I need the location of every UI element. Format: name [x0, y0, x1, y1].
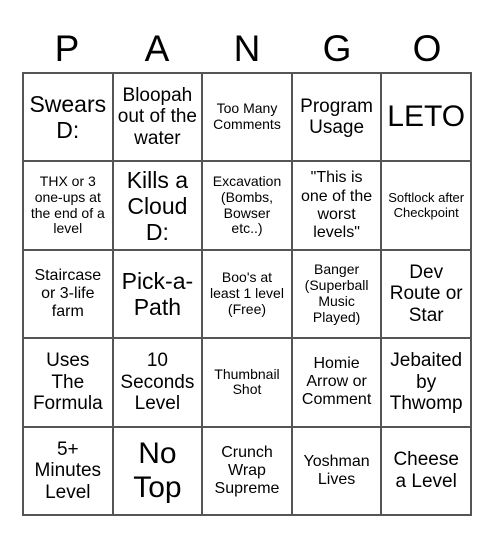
bingo-cell[interactable]: Kills a Cloud D:: [113, 162, 204, 251]
bingo-cell[interactable]: Thumbnail Shot: [203, 339, 293, 428]
bingo-cell-label: LETO: [387, 100, 466, 134]
bingo-header: P A N G O: [22, 24, 472, 72]
bingo-cell-label: Kills a Cloud D:: [126, 166, 189, 245]
bingo-cell[interactable]: Dev Route or Star: [382, 250, 472, 340]
bingo-cell[interactable]: Cheese a Level: [382, 427, 472, 516]
bingo-cell[interactable]: Boo's at least 1 level (Free): [203, 250, 293, 340]
bingo-cell[interactable]: Pick-a-Path: [113, 250, 204, 340]
bingo-cell-label: Excavation (Bombs, Bowser etc..): [212, 172, 282, 237]
bingo-cell-label: Swears D:: [29, 91, 107, 144]
bingo-cell[interactable]: Too Many Comments: [203, 74, 293, 163]
bingo-cell-label: Too Many Comments: [213, 100, 281, 133]
bingo-cell[interactable]: No Top: [113, 427, 204, 516]
bingo-cell-label: Banger (Superball Music Played): [304, 261, 369, 325]
bingo-cell-label: Staircase or 3-life farm: [34, 266, 102, 321]
bingo-cell[interactable]: LETO: [382, 74, 472, 163]
bingo-cell-label: Homie Arrow or Comment: [301, 355, 372, 409]
bingo-cell-label: THX or 3 one-ups at the end of a level: [30, 172, 105, 237]
bingo-cell[interactable]: Staircase or 3-life farm: [24, 250, 114, 340]
bingo-cell-label: No Top: [133, 436, 182, 504]
bingo-cell[interactable]: Crunch Wrap Supreme: [203, 427, 293, 516]
bingo-cell-label: Uses The Formula: [32, 350, 103, 415]
header-letter-n: N: [233, 27, 261, 69]
bingo-cell-label: Softlock after Checkpoint: [388, 189, 465, 220]
bingo-grid: Swears D: Bloopah out of the water Too M…: [22, 72, 472, 516]
bingo-cell[interactable]: 5+ Minutes Level: [24, 427, 114, 516]
bingo-cell[interactable]: Bloopah out of the water: [113, 74, 204, 163]
bingo-cell[interactable]: 10 Seconds Level: [113, 339, 204, 428]
bingo-cell-label: Crunch Wrap Supreme: [214, 443, 280, 497]
bingo-cell[interactable]: Uses The Formula: [24, 339, 114, 428]
bingo-cell-label: Yoshman Lives: [303, 452, 370, 488]
bingo-cell-label: 10 Seconds Level: [120, 350, 195, 415]
bingo-cell[interactable]: Yoshman Lives: [292, 427, 383, 516]
bingo-cell-label: Bloopah out of the water: [117, 84, 197, 149]
bingo-cell-label: Cheese a Level: [393, 449, 459, 492]
bingo-cell-label: Boo's at least 1 level (Free): [210, 269, 284, 317]
bingo-cell-label: Program Usage: [300, 95, 374, 139]
bingo-cell-label: Thumbnail Shot: [214, 365, 280, 398]
bingo-cell[interactable]: Program Usage: [292, 74, 383, 163]
header-letter-a: A: [144, 27, 170, 69]
bingo-cell-label: Jebaited by Thwomp: [389, 350, 463, 415]
bingo-cell[interactable]: Softlock after Checkpoint: [382, 162, 472, 251]
bingo-cell[interactable]: "This is one of the worst levels": [292, 162, 383, 251]
bingo-cell[interactable]: Excavation (Bombs, Bowser etc..): [203, 162, 293, 251]
header-letter-o: O: [412, 27, 442, 69]
bingo-cell-label: "This is one of the worst levels": [301, 169, 373, 241]
bingo-cell-label: 5+ Minutes Level: [34, 438, 102, 503]
bingo-cell[interactable]: Swears D:: [24, 74, 114, 163]
bingo-card: P A N G O Swears D: Bloopah out of the w…: [0, 0, 500, 544]
bingo-cell-label: Dev Route or Star: [389, 261, 463, 326]
bingo-cell[interactable]: Jebaited by Thwomp: [382, 339, 472, 428]
bingo-cell[interactable]: Homie Arrow or Comment: [292, 339, 383, 428]
header-letter-p: P: [54, 27, 80, 69]
bingo-cell-label: Pick-a-Path: [121, 268, 194, 320]
bingo-cell[interactable]: THX or 3 one-ups at the end of a level: [24, 162, 114, 251]
header-letter-g: G: [322, 27, 352, 69]
bingo-cell[interactable]: Banger (Superball Music Played): [292, 250, 383, 340]
